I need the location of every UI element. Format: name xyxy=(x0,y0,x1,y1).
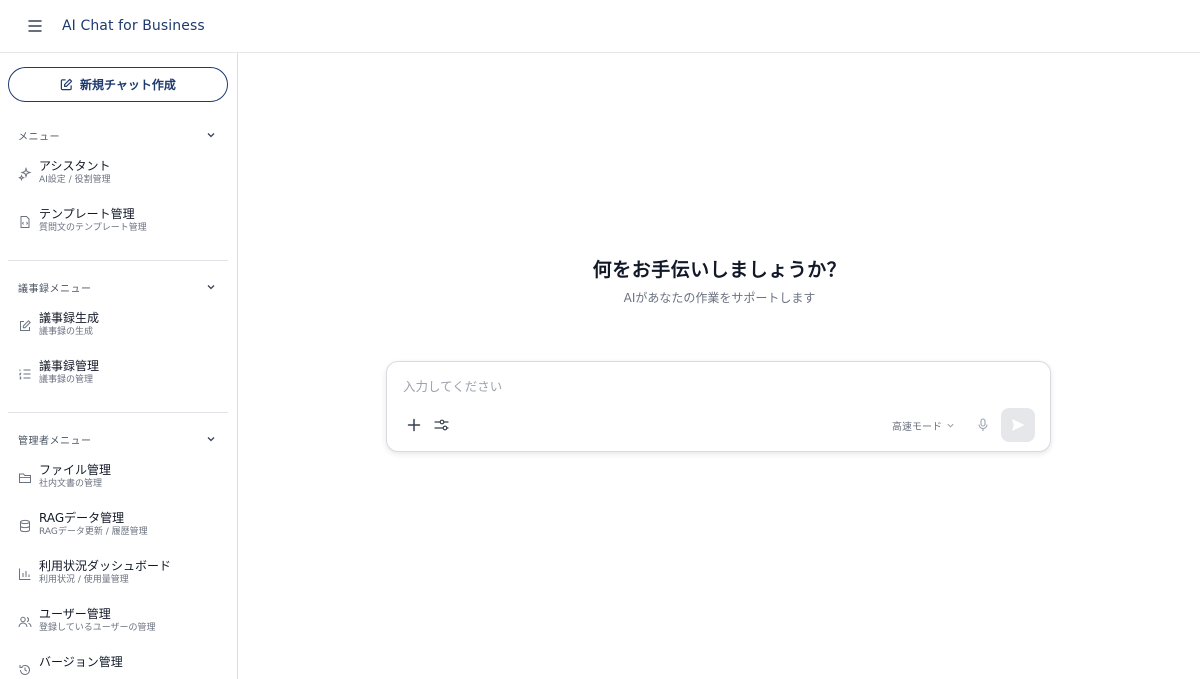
sidebar-item-templates[interactable]: テンプレート管理 質問文のテンプレート管理 xyxy=(0,205,237,253)
item-label: ユーザー管理 xyxy=(39,607,111,621)
item-sub: 質問文のテンプレート管理 xyxy=(39,223,147,233)
folder-icon xyxy=(19,473,31,483)
item-label: ファイル管理 xyxy=(39,463,112,477)
settings-button[interactable] xyxy=(432,416,450,434)
section-menu: メニュー アシスタント AI設定 / 役割管理 テンプレート管理 質問文のテンプ… xyxy=(0,125,237,253)
item-label: 利用状況ダッシュボード xyxy=(39,559,172,573)
edit-square-icon xyxy=(60,78,73,91)
section-admin-menu: 管理者メニュー ファイル管理 社内文書の管理 RAGデータ管理 RAGデータ更新… xyxy=(0,429,237,679)
send-button[interactable] xyxy=(1001,408,1035,442)
item-sub: 登録しているユーザーの管理 xyxy=(39,623,156,633)
chevron-down-icon xyxy=(207,133,215,138)
item-sub: 議事録の管理 xyxy=(39,375,94,385)
new-chat-label: 新規チャット作成 xyxy=(80,78,176,92)
chevron-down-icon xyxy=(207,285,215,290)
mode-label: 高速モード xyxy=(892,422,942,433)
sidebar: 新規チャット作成 メニュー アシスタント AI設定 / 役割管理 テンプレート管… xyxy=(0,53,238,679)
chat-composer: 高速モード xyxy=(386,361,1051,452)
sliders-icon xyxy=(433,419,449,431)
item-sub: 利用状況 / 使用量管理 xyxy=(39,575,129,585)
database-icon xyxy=(20,519,30,533)
item-label: バージョン管理 xyxy=(39,655,123,669)
microphone-icon xyxy=(978,418,988,431)
item-label: アシスタント xyxy=(39,159,111,173)
sidebar-item-minutes-generate[interactable]: 議事録生成 議事録の生成 xyxy=(0,309,237,357)
send-icon xyxy=(1012,419,1025,431)
divider xyxy=(8,412,228,413)
sidebar-item-versions[interactable]: バージョン管理 xyxy=(0,653,237,679)
voice-input-button[interactable] xyxy=(974,416,992,434)
sidebar-item-rag-data[interactable]: RAGデータ管理 RAGデータ更新 / 履歴管理 xyxy=(0,509,237,557)
template-icon xyxy=(20,216,30,228)
item-label: テンプレート管理 xyxy=(39,207,135,221)
page-heading: 何をお手伝いしましょうか？ xyxy=(592,259,847,281)
hamburger-menu-icon[interactable] xyxy=(24,15,46,37)
section-title: メニュー xyxy=(18,131,60,143)
main-area: 何をお手伝いしましょうか？ AIがあなたの作業をサポートします 高速モード xyxy=(239,53,1200,679)
sidebar-item-minutes-manage[interactable]: 議事録管理 議事録の管理 xyxy=(0,357,237,405)
item-label: 議事録管理 xyxy=(39,359,100,373)
item-label: 議事録生成 xyxy=(39,311,100,325)
new-chat-button[interactable]: 新規チャット作成 xyxy=(8,67,228,102)
sidebar-item-files[interactable]: ファイル管理 社内文書の管理 xyxy=(0,461,237,509)
section-title: 管理者メニュー xyxy=(18,435,92,447)
plus-icon xyxy=(407,418,421,432)
sidebar-item-users[interactable]: ユーザー管理 登録しているユーザーの管理 xyxy=(0,605,237,653)
item-sub: RAGデータ更新 / 履歴管理 xyxy=(39,527,148,537)
sparkle-icon xyxy=(18,167,32,181)
add-attachment-button[interactable] xyxy=(405,416,423,434)
item-label: RAGデータ管理 xyxy=(39,511,125,525)
item-sub: 議事録の生成 xyxy=(39,327,94,337)
section-header-minutes[interactable]: 議事録メニュー xyxy=(0,277,237,297)
sidebar-item-usage-dashboard[interactable]: 利用状況ダッシュボード 利用状況 / 使用量管理 xyxy=(0,557,237,605)
section-header-admin[interactable]: 管理者メニュー xyxy=(0,429,237,449)
section-header-menu[interactable]: メニュー xyxy=(0,125,237,145)
item-sub: 社内文書の管理 xyxy=(39,479,103,489)
item-sub: AI設定 / 役割管理 xyxy=(39,175,111,185)
bar-chart-icon xyxy=(19,568,31,580)
chat-input[interactable] xyxy=(403,376,1003,396)
section-title: 議事録メニュー xyxy=(18,283,92,295)
sidebar-item-assistant[interactable]: アシスタント AI設定 / 役割管理 xyxy=(0,157,237,205)
history-icon xyxy=(19,664,30,675)
chevron-down-icon xyxy=(947,423,954,428)
users-icon xyxy=(18,616,32,628)
chevron-down-icon xyxy=(207,437,215,442)
divider xyxy=(8,260,228,261)
edit-icon xyxy=(20,320,31,331)
top-header: AI Chat for Business xyxy=(0,0,1200,53)
mode-selector[interactable]: 高速モード xyxy=(892,418,955,433)
section-minutes-menu: 議事録メニュー 議事録生成 議事録の生成 議事録管理 議事録の管理 xyxy=(0,277,237,405)
app-title: AI Chat for Business xyxy=(62,18,205,34)
page-subheading: AIがあなたの作業をサポートします xyxy=(623,291,816,305)
list-icon xyxy=(18,369,31,380)
